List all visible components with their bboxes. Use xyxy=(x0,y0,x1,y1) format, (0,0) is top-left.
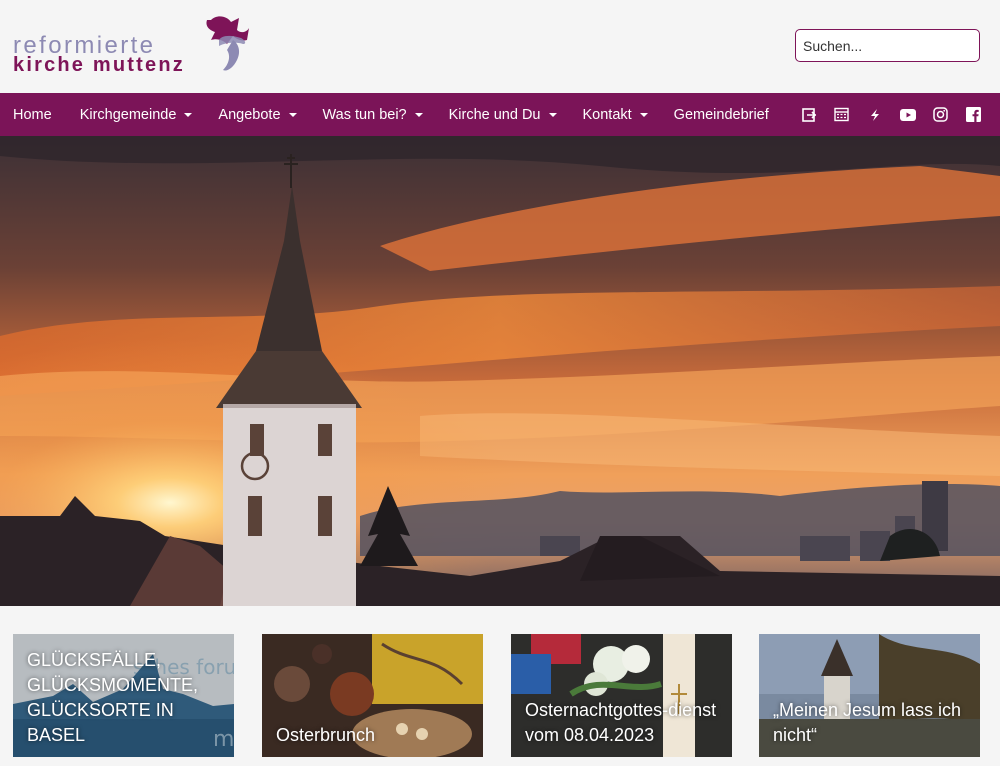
nav-label: Home xyxy=(13,106,52,123)
social-icons xyxy=(792,93,990,136)
site-logo[interactable]: reformierte kirche muttenz xyxy=(13,10,253,80)
caret-down-icon xyxy=(414,113,423,117)
caret-down-icon xyxy=(184,113,193,117)
nav-label: Angebote xyxy=(218,106,281,123)
card-title: GLÜCKSFÄLLE, GLÜCKSMOMENTE, GLÜCKSORTE I… xyxy=(27,650,199,745)
card-title: Osternachtgottes-dienst vom 08.04.2023 xyxy=(525,700,717,745)
instagram-icon[interactable] xyxy=(924,93,957,136)
nav-label: Was tun bei? xyxy=(322,106,407,123)
logo-cross-mark xyxy=(206,16,249,71)
calendar-icon[interactable] xyxy=(825,93,858,136)
nav-label: Gemeindebrief xyxy=(673,106,769,123)
card-title: „Meinen Jesum lass ich nicht“ xyxy=(773,700,962,745)
youtube-icon[interactable] xyxy=(891,93,924,136)
nav-item-angebote[interactable]: Angebote xyxy=(205,93,309,136)
caret-down-icon xyxy=(639,113,648,117)
caret-down-icon xyxy=(288,113,297,117)
main-navigation: Home Kirchgemeinde Angebote Was tun bei?… xyxy=(0,93,1000,136)
search-input[interactable] xyxy=(795,29,980,62)
news-card-osterbrunch[interactable]: Osterbrunch xyxy=(262,634,483,757)
nav-label: Kirchgemeinde xyxy=(79,106,177,123)
login-icon[interactable] xyxy=(792,93,825,136)
nav-item-home[interactable]: Home xyxy=(0,93,65,136)
hero-image-sunset-church xyxy=(0,136,1000,606)
nav-label: Kirche und Du xyxy=(448,106,541,123)
news-card-osternacht[interactable]: Osternachtgottes-dienst vom 08.04.2023 xyxy=(511,634,732,757)
nav-item-kontakt[interactable]: Kontakt xyxy=(570,93,661,136)
bolt-icon[interactable] xyxy=(858,93,891,136)
nav-item-kirchgemeinde[interactable]: Kirchgemeinde xyxy=(65,93,206,136)
caret-down-icon xyxy=(548,113,557,117)
nav-item-was-tun-bei[interactable]: Was tun bei? xyxy=(310,93,436,136)
logo-text-line2: kirche muttenz xyxy=(13,54,185,76)
site-header: reformierte kirche muttenz xyxy=(0,0,1000,93)
news-card-meinen-jesum[interactable]: „Meinen Jesum lass ich nicht“ xyxy=(759,634,980,757)
nav-item-gemeindebrief[interactable]: Gemeindebrief xyxy=(661,93,782,136)
news-card-gluecksfaelle[interactable]: sches forum m GLÜCKSFÄLLE, GLÜCKSMOMENTE… xyxy=(13,634,234,757)
facebook-icon[interactable] xyxy=(957,93,990,136)
card-title: Osterbrunch xyxy=(276,725,376,745)
nav-item-kirche-und-du[interactable]: Kirche und Du xyxy=(436,93,570,136)
news-cards: sches forum m GLÜCKSFÄLLE, GLÜCKSMOMENTE… xyxy=(0,606,1000,766)
nav-label: Kontakt xyxy=(582,106,632,123)
